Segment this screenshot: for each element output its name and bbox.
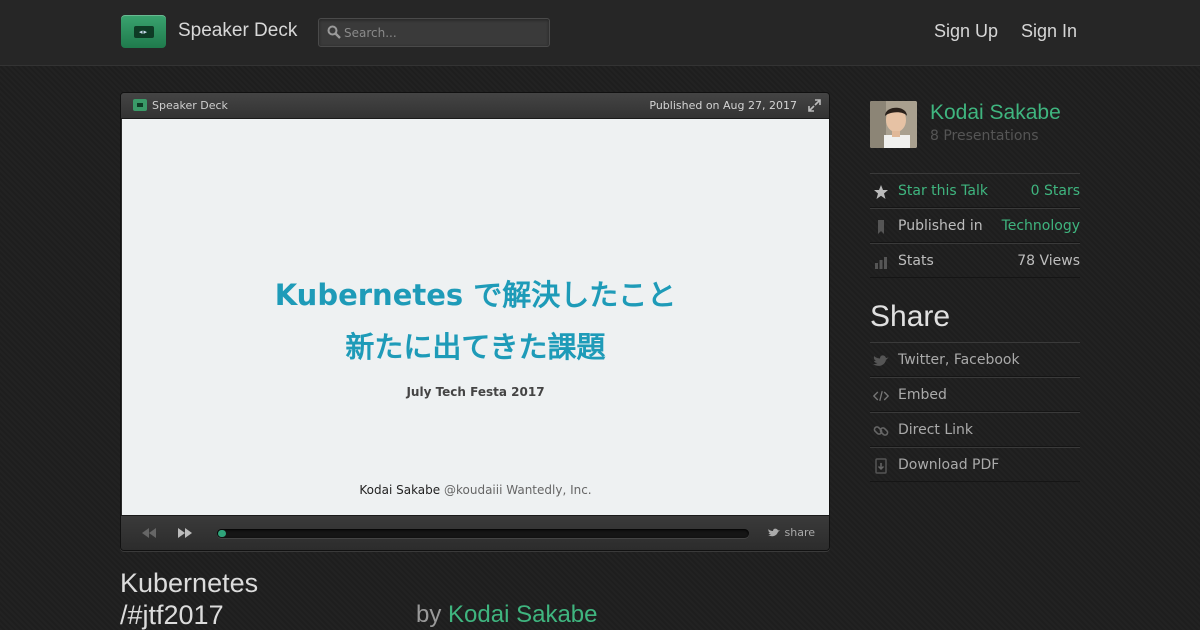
share-download-pdf-label: Download PDF [898,457,1000,473]
share-embed[interactable]: Embed [870,377,1080,412]
search-input[interactable] [344,23,544,43]
slide-progress-bar[interactable] [217,529,749,538]
by-label: by [416,601,442,628]
stats-label: Stats [898,253,934,269]
share-direct-link-label: Direct Link [898,422,974,438]
share-heading: Share [870,300,951,333]
speaker-deck-mini-icon [133,99,147,111]
share-download-pdf[interactable]: Download PDF [870,447,1080,482]
presentation-count: 8 Presentations [930,128,1039,144]
author-avatar[interactable] [870,101,917,148]
slide-author-line: Kodai Sakabe @koudaiii Wantedly, Inc. [122,483,829,497]
link-icon [873,426,889,436]
code-icon [873,391,889,401]
top-header: ◂▸ Speaker Deck Sign Up Sign In [0,0,1200,66]
speaker-deck-logo-icon[interactable]: ◂▸ [121,15,166,48]
published-in-label: Published in [898,218,983,234]
player-share-button[interactable]: share [767,526,816,539]
search-box[interactable] [318,18,550,47]
bird-icon [873,355,889,366]
star-icon [874,185,888,199]
brand-link[interactable]: Speaker Deck [178,20,297,42]
avatar-photo-icon [870,101,917,148]
star-talk-row[interactable]: Star this Talk 0 Stars [870,173,1080,208]
slide-progress-fill [218,530,226,537]
slide-title-line-1: Kubernetes で解決したこと [274,278,677,312]
slide-author-affiliation: @koudaiii Wantedly, Inc. [443,483,592,497]
sign-up-link[interactable]: Sign Up [934,21,998,42]
stars-count: 0 Stars [1030,183,1080,199]
stats-row: Stats 78 Views [870,243,1080,278]
talk-title-line-2: /#jtf2017 [120,600,224,630]
published-date: Published on Aug 27, 2017 [649,99,797,112]
talk-title-line-1: Kubernetes [120,568,259,598]
next-slide-icon[interactable] [177,527,193,539]
sign-in-link[interactable]: Sign In [1021,21,1077,42]
bird-icon [767,528,780,537]
share-options-list: Twitter, Facebook Embed Direct Link Down… [870,342,1080,482]
player-controls: share [121,515,829,550]
talk-author-link[interactable]: Kodai Sakabe [448,601,597,628]
slide-player: Speaker Deck Published on Aug 27, 2017 K… [120,92,830,551]
sidebar-author-name[interactable]: Kodai Sakabe [930,101,1061,125]
talk-title: Kubernetes /#jtf2017 [120,567,400,630]
player-top-bar: Speaker Deck Published on Aug 27, 2017 [121,93,829,119]
player-share-label: share [784,526,816,539]
views-count: 78 Views [1017,253,1080,269]
share-embed-label: Embed [898,387,947,403]
talk-stats-list: Star this Talk 0 Stars Published in Tech… [870,173,1080,278]
slide-author-name: Kodai Sakabe [359,483,441,497]
share-direct-link[interactable]: Direct Link [870,412,1080,447]
slide-canvas[interactable]: Kubernetes で解決したこと 新たに出てきた課題 July Tech F… [122,119,829,516]
search-icon [327,25,341,39]
player-brand-label: Speaker Deck [152,99,228,112]
slide-event: July Tech Festa 2017 [406,385,545,399]
slide-title-line-2: 新たに出てきた課題 [345,330,606,364]
download-icon [875,458,887,474]
share-twitter-facebook-label: Twitter, Facebook [898,352,1020,368]
published-in-row: Published in Technology [870,208,1080,243]
star-talk-label[interactable]: Star this Talk [898,183,988,199]
share-twitter-facebook[interactable]: Twitter, Facebook [870,342,1080,377]
talk-byline: by Kodai Sakabe [416,601,597,629]
category-link[interactable]: Technology [1002,218,1080,234]
fullscreen-icon[interactable] [808,99,821,112]
previous-slide-icon[interactable] [141,527,157,539]
bookmark-icon [878,220,884,234]
bar-chart-icon [875,257,887,269]
